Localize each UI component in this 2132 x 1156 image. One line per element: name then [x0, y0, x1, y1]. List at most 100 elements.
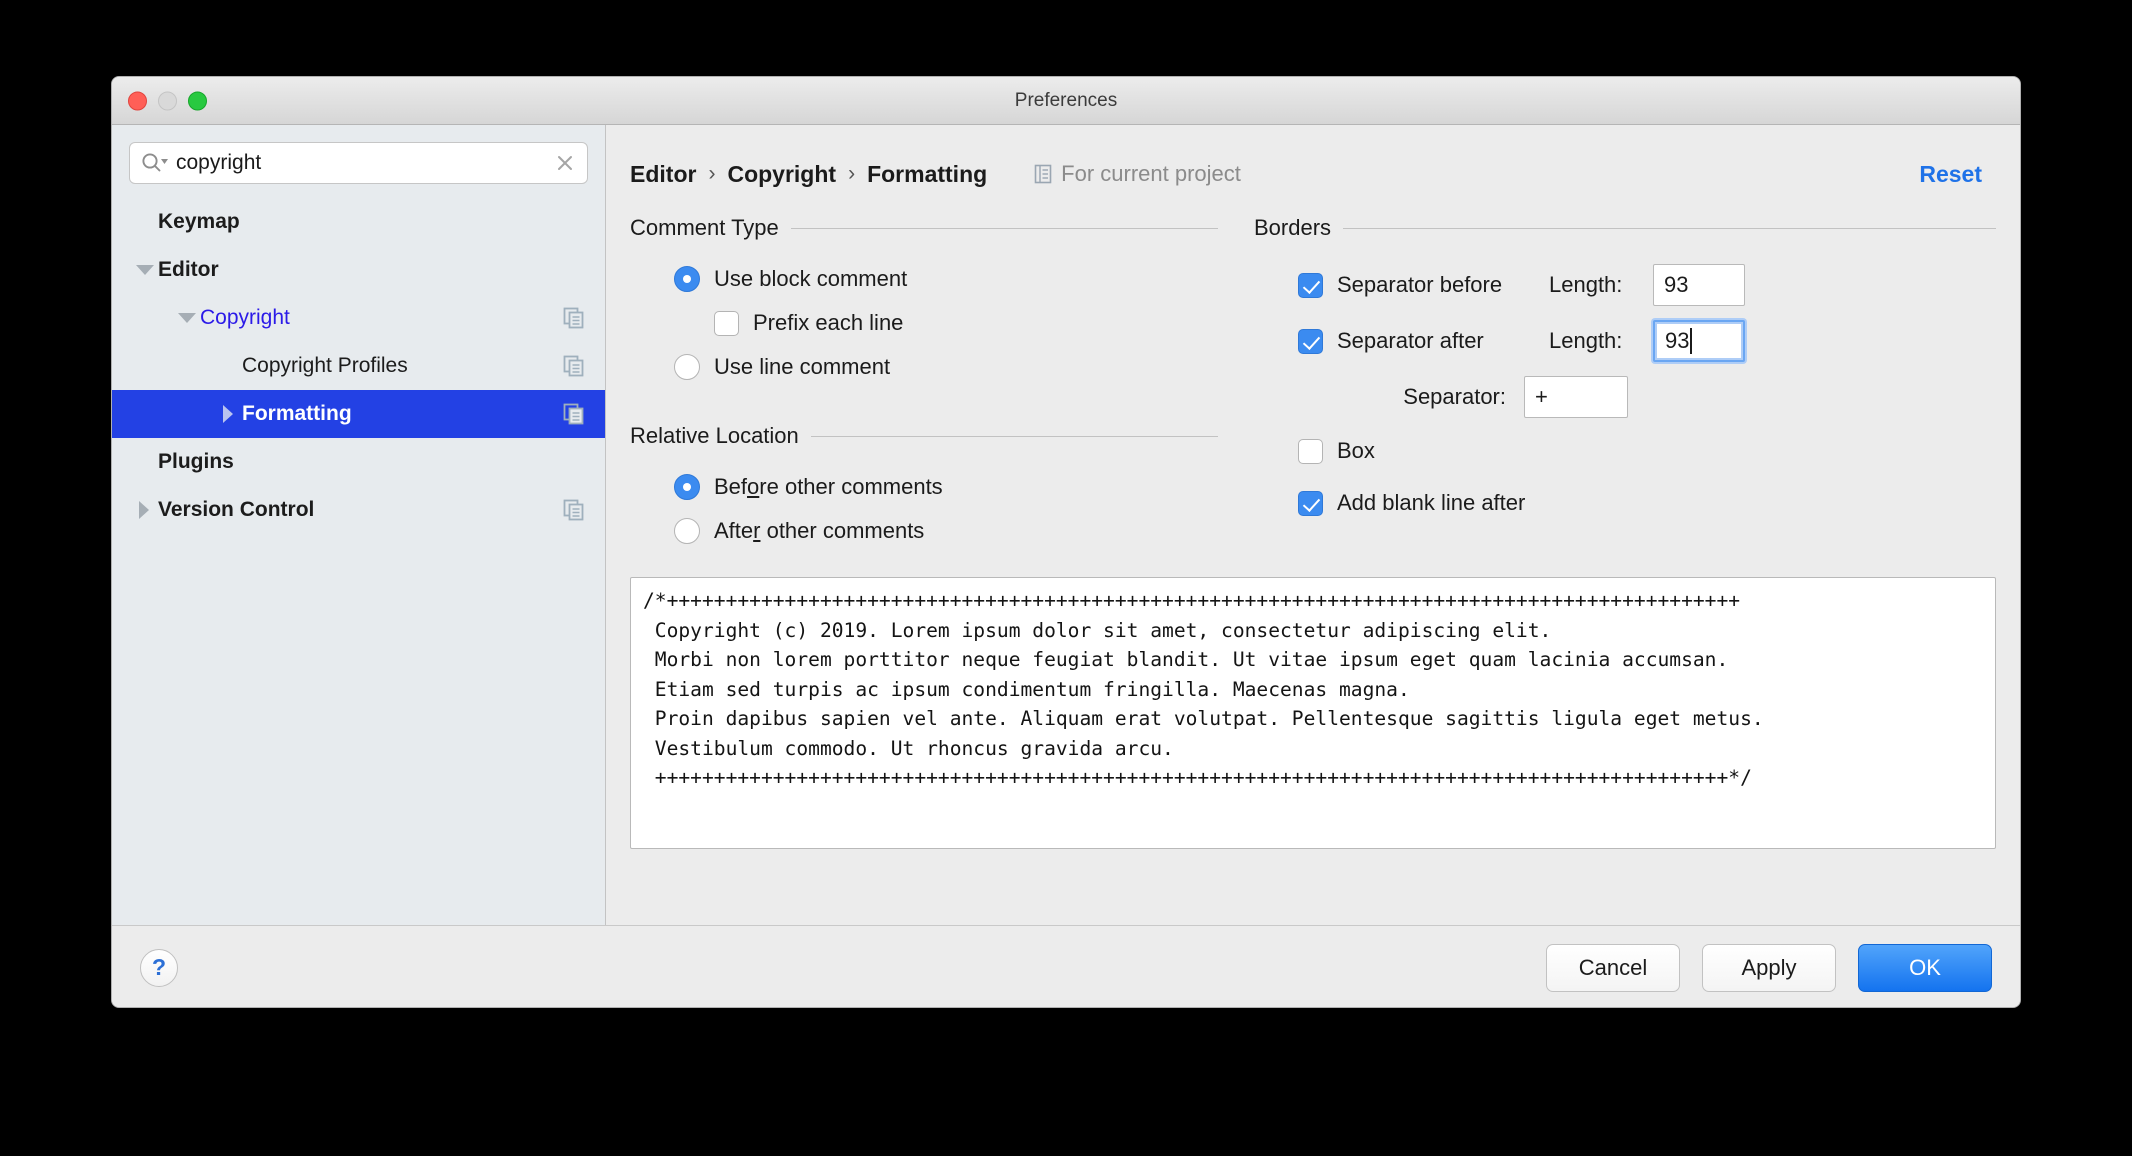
- sidebar-item-label: Plugins: [158, 450, 234, 473]
- dialog-footer: ? Cancel Apply OK: [112, 925, 2020, 1007]
- checkbox-separator-after-label: Separator after: [1337, 328, 1484, 353]
- project-scope-icon: [1033, 163, 1053, 185]
- chevron-down-icon[interactable]: [174, 305, 200, 331]
- sidebar-item-label: Keymap: [158, 210, 240, 233]
- sidebar-item-keymap[interactable]: Keymap: [112, 198, 605, 246]
- sidebar-item-label: Copyright: [200, 306, 290, 329]
- radio-use-line-comment[interactable]: Use line comment: [674, 345, 1218, 389]
- settings-main-panel: Editor › Copyright › Formatting For curr…: [606, 125, 2020, 925]
- comment-type-group-header: Comment Type: [630, 215, 1218, 241]
- length-before-input[interactable]: 93: [1653, 264, 1745, 306]
- settings-sidebar: copyright Keymap Editor Copyright Copyright…: [112, 125, 606, 925]
- reset-link[interactable]: Reset: [1919, 161, 1982, 188]
- sidebar-item-label: Version Control: [158, 498, 315, 521]
- right-settings-column: Borders Separator before Length: 93 Sepa…: [1254, 215, 1996, 553]
- radio-before-other-comments[interactable]: Before other comments: [674, 465, 1218, 509]
- checkbox-prefix-each-line-indicator[interactable]: [714, 310, 739, 336]
- window-titlebar: Preferences: [112, 77, 2020, 125]
- sidebar-item-copyright-profiles[interactable]: Copyright Profiles: [112, 342, 605, 390]
- radio-use-line-comment-indicator[interactable]: [674, 354, 700, 380]
- copyright-preview-text: /*++++++++++++++++++++++++++++++++++++++…: [643, 589, 1764, 789]
- settings-tree: Keymap Editor Copyright Copyright Profiles F…: [112, 194, 605, 534]
- radio-after-other-comments[interactable]: After other comments: [674, 509, 1218, 553]
- sidebar-item-label: Copyright Profiles: [242, 354, 408, 377]
- row-separator-char: Separator: +: [1298, 369, 1996, 425]
- length-after-label: Length:: [1549, 328, 1623, 353]
- project-scope-text: For current project: [1061, 161, 1241, 186]
- search-container: copyright: [112, 125, 605, 194]
- chevron-down-icon[interactable]: [132, 257, 158, 283]
- radio-use-block-comment[interactable]: Use block comment: [674, 257, 1218, 301]
- breadcrumb-item-copyright[interactable]: Copyright: [727, 161, 836, 188]
- checkbox-prefix-each-line[interactable]: Prefix each line: [714, 301, 1218, 345]
- checkbox-box-label: Box: [1337, 438, 1375, 463]
- search-field[interactable]: copyright: [129, 142, 588, 184]
- copy-settings-icon[interactable]: [561, 401, 587, 427]
- radio-before-other-comments-indicator[interactable]: [674, 474, 700, 500]
- checkbox-separator-before[interactable]: [1298, 272, 1323, 298]
- borders-group-header: Borders: [1254, 215, 1996, 241]
- checkbox-add-blank-line-after-label: Add blank line after: [1337, 490, 1526, 515]
- copy-settings-icon[interactable]: [561, 353, 587, 379]
- window-body: copyright Keymap Editor Copyright Copyright…: [112, 125, 2020, 925]
- sidebar-item-label: Editor: [158, 258, 219, 281]
- breadcrumb-separator: ›: [708, 162, 716, 185]
- apply-button[interactable]: Apply: [1702, 943, 1836, 992]
- group-divider: [810, 435, 1218, 437]
- breadcrumb-separator: ›: [848, 162, 856, 185]
- clear-icon[interactable]: [553, 151, 577, 175]
- ok-button[interactable]: OK: [1858, 943, 1992, 992]
- row-separator-before: Separator before Length: 93: [1298, 257, 1996, 313]
- breadcrumb-item-editor[interactable]: Editor: [630, 161, 696, 188]
- sidebar-item-copyright[interactable]: Copyright: [112, 294, 605, 342]
- copy-settings-icon[interactable]: [561, 305, 587, 331]
- copy-settings-icon[interactable]: [561, 497, 587, 523]
- row-box: Box: [1298, 425, 1996, 477]
- radio-after-other-comments-label: After other comments: [714, 518, 925, 543]
- sidebar-item-version-control[interactable]: Version Control: [112, 486, 605, 534]
- copyright-preview[interactable]: /*++++++++++++++++++++++++++++++++++++++…: [630, 577, 1996, 849]
- breadcrumb-item-formatting: Formatting: [867, 160, 988, 187]
- radio-use-block-comment-label: Use block comment: [714, 266, 908, 291]
- sidebar-item-formatting[interactable]: Formatting: [112, 390, 605, 438]
- sidebar-item-editor[interactable]: Editor: [112, 246, 605, 294]
- sidebar-item-label: Formatting: [242, 402, 352, 425]
- checkbox-prefix-each-line-label: Prefix each line: [753, 310, 904, 335]
- checkbox-separator-after[interactable]: [1298, 328, 1323, 354]
- row-add-blank-line-after: Add blank line after: [1298, 477, 1996, 529]
- search-input[interactable]: copyright: [170, 151, 553, 175]
- window-title: Preferences: [1014, 89, 1118, 111]
- breadcrumb: Editor › Copyright › Formatting For curr…: [606, 125, 2020, 193]
- separator-char-input[interactable]: +: [1524, 376, 1628, 418]
- left-settings-column: Comment Type Use block comment Prefix ea…: [630, 215, 1218, 553]
- borders-title: Borders: [1254, 215, 1332, 240]
- radio-before-other-comments-label: Before other comments: [714, 474, 943, 499]
- length-before-label: Length:: [1549, 272, 1623, 297]
- checkbox-box[interactable]: [1298, 438, 1323, 464]
- help-button[interactable]: ?: [140, 948, 178, 987]
- row-separator-after: Separator after Length: 93: [1298, 313, 1996, 369]
- checkbox-add-blank-line-after[interactable]: [1298, 490, 1323, 516]
- separator-char-label: Separator:: [1403, 384, 1506, 409]
- search-icon[interactable]: [140, 152, 170, 174]
- project-scope-label: For current project: [1033, 161, 1241, 187]
- checkbox-separator-before-label: Separator before: [1337, 272, 1503, 297]
- sidebar-item-plugins[interactable]: Plugins: [112, 438, 605, 486]
- radio-use-line-comment-label: Use line comment: [714, 354, 891, 379]
- radio-use-block-comment-indicator[interactable]: [674, 266, 700, 292]
- chevron-right-icon[interactable]: [132, 497, 158, 523]
- relative-location-group-header: Relative Location: [630, 423, 1218, 449]
- comment-type-title: Comment Type: [630, 215, 779, 240]
- relative-location-title: Relative Location: [630, 423, 799, 448]
- cancel-button[interactable]: Cancel: [1546, 943, 1680, 992]
- chevron-right-icon[interactable]: [216, 401, 242, 427]
- preferences-window: Preferences copyright Keymap Editor Copy…: [111, 76, 2021, 1008]
- length-after-input[interactable]: 93: [1653, 320, 1745, 362]
- settings-columns: Comment Type Use block comment Prefix ea…: [606, 193, 2020, 553]
- text-caret: [1690, 328, 1693, 354]
- radio-after-other-comments-indicator[interactable]: [674, 518, 700, 544]
- group-divider: [1343, 227, 1996, 229]
